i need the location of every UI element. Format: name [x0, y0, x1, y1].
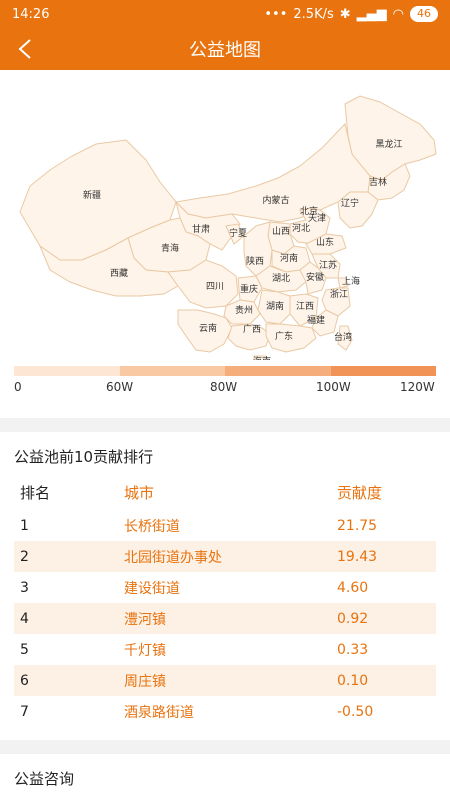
rank-value: 0.10: [337, 672, 369, 689]
province-label: 福建: [307, 314, 325, 326]
header-value: 贡献度: [337, 483, 383, 502]
ranking-row[interactable]: 6 周庄镇 0.10: [14, 665, 436, 696]
bluetooth-icon: ✱: [339, 6, 351, 22]
province-label: 天津: [308, 213, 326, 224]
province-label: 湖南: [266, 300, 284, 312]
province-label: 新疆: [83, 189, 101, 201]
legend-label: 60W: [106, 380, 134, 394]
province-label: 黑龙江: [375, 138, 402, 150]
rank-city: 周庄镇: [124, 673, 166, 690]
rank-number: 6: [20, 672, 29, 689]
province-label: 云南: [199, 322, 217, 334]
province-label: 湖北: [272, 273, 290, 284]
province-label: 台湾: [334, 331, 352, 343]
map-legend: 0 60W 80W 100W 120W: [14, 366, 436, 398]
province-label: 西藏: [110, 267, 128, 279]
consult-title: 公益咨询: [14, 770, 75, 788]
province-label: 甘肃: [192, 223, 210, 235]
province-label: 内蒙古: [262, 194, 289, 206]
province-label: 广西: [243, 323, 261, 335]
dots-icon: •••: [264, 6, 288, 22]
province-label: 上海: [342, 275, 360, 287]
ranking-row[interactable]: 7 酒泉路街道 -0.50: [14, 696, 436, 727]
status-icons: ••• 2.5K/s ✱ ▂▄▆ ◠ 46: [264, 6, 438, 22]
legend-label: 100W: [316, 380, 351, 394]
signal-icon: ▂▄▆: [356, 6, 387, 22]
province-label: 河南: [280, 252, 298, 264]
legend-color-segment: [225, 366, 331, 376]
back-button[interactable]: [12, 36, 38, 62]
ranking-title: 公益池前10贡献排行: [14, 448, 154, 466]
province-label: 宁夏: [229, 227, 247, 239]
legend-label: 120W: [400, 380, 435, 394]
province-label: 吉林: [369, 176, 387, 188]
legend-label: 0: [14, 380, 22, 394]
chevron-left-icon: [18, 39, 31, 59]
rank-value: 19.43: [337, 548, 378, 565]
province-label: 广东: [275, 330, 293, 342]
rank-value: 0.33: [337, 641, 369, 658]
rank-value: 4.60: [337, 579, 369, 596]
page-title: 公益地图: [189, 40, 261, 61]
ranking-card: 公益池前10贡献排行 排名 城市 贡献度 1 长桥街道 21.75 2 北园街道办事处 1…: [0, 432, 450, 740]
battery-indicator: 46: [410, 6, 438, 22]
province-label: 江苏: [319, 259, 337, 271]
rank-number: 3: [20, 579, 29, 596]
rank-city: 建设街道: [124, 580, 180, 597]
province-label: 青海: [161, 242, 179, 254]
ranking-header-row: 排名 城市 贡献度: [14, 474, 436, 510]
network-speed: 2.5K/s: [293, 6, 334, 22]
rank-value: 0.92: [337, 610, 369, 627]
legend-color-segment: [14, 366, 120, 376]
map-regions: [19, 95, 437, 360]
legend-color-bar: [14, 366, 436, 376]
nav-bar: 公益地图: [0, 28, 450, 70]
province-label: 浙江: [330, 288, 348, 300]
legend-labels: 0 60W 80W 100W 120W: [14, 380, 436, 398]
ranking-row[interactable]: 5 千灯镇 0.33: [14, 634, 436, 665]
ranking-table: 排名 城市 贡献度 1 长桥街道 21.75 2 北园街道办事处 19.43 3 建设街道 4.…: [14, 474, 436, 727]
province-label: 四川: [206, 282, 224, 292]
ranking-row[interactable]: 3 建设街道 4.60: [14, 572, 436, 603]
consult-card: 公益咨询: [0, 754, 450, 800]
app-root: 14:26 ••• 2.5K/s ✱ ▂▄▆ ◠ 46 公益地图 黑龙江 吉林 辽宁…: [0, 0, 450, 800]
province-label: 山西: [272, 226, 290, 237]
rank-city: 长桥街道: [124, 518, 180, 535]
rank-value: -0.50: [337, 703, 374, 720]
province-label: 重庆: [240, 283, 258, 295]
rank-value: 21.75: [337, 517, 378, 534]
ranking-row[interactable]: 1 长桥街道 21.75: [14, 510, 436, 541]
wifi-icon: ◠: [392, 6, 404, 22]
ranking-row[interactable]: 2 北园街道办事处 19.43: [14, 541, 436, 572]
province-label: 河北: [292, 222, 310, 234]
header-city: 城市: [124, 483, 155, 502]
province-label: 山东: [316, 236, 334, 248]
status-time: 14:26: [12, 6, 50, 22]
rank-number: 7: [20, 703, 29, 720]
rank-number: 5: [20, 641, 29, 658]
rank-number: 4: [20, 610, 29, 627]
rank-city: 千灯镇: [124, 642, 166, 659]
legend-color-segment: [119, 366, 225, 376]
rank-number: 2: [20, 548, 29, 565]
province-label: 辽宁: [341, 197, 359, 209]
china-map: 黑龙江吉林辽宁新疆 内蒙古北京天津河北甘肃 宁夏 山西青海山东陕西 河南江苏西藏 湖北 安徽…: [19, 95, 437, 360]
rank-city: 澧河镇: [124, 611, 166, 628]
rank-city: 北园街道办事处: [124, 549, 222, 566]
header-rank: 排名: [20, 483, 51, 502]
rank-city: 酒泉路街道: [124, 704, 194, 721]
province-label: 贵州: [235, 304, 253, 316]
legend-color-segment: [330, 366, 436, 376]
ranking-row[interactable]: 4 澧河镇 0.92: [14, 603, 436, 634]
ranking-rows: 1 长桥街道 21.75 2 北园街道办事处 19.43 3 建设街道 4.60 4 澧河镇 0.92…: [14, 510, 436, 727]
status-bar: 14:26 ••• 2.5K/s ✱ ▂▄▆ ◠ 46: [0, 0, 450, 28]
legend-label: 80W: [210, 380, 238, 394]
map-card: 黑龙江 吉林 辽宁 新疆 内蒙古 北京 天津 河北 甘肃 宁夏 山西 青海 山东 陕西 河南 江苏 西藏 湖北 安徽…: [0, 70, 450, 418]
rank-number: 1: [20, 517, 29, 534]
province-label: 陕西: [246, 255, 264, 267]
province-label: 江西: [296, 301, 314, 312]
province-label: 安徽: [306, 271, 324, 283]
